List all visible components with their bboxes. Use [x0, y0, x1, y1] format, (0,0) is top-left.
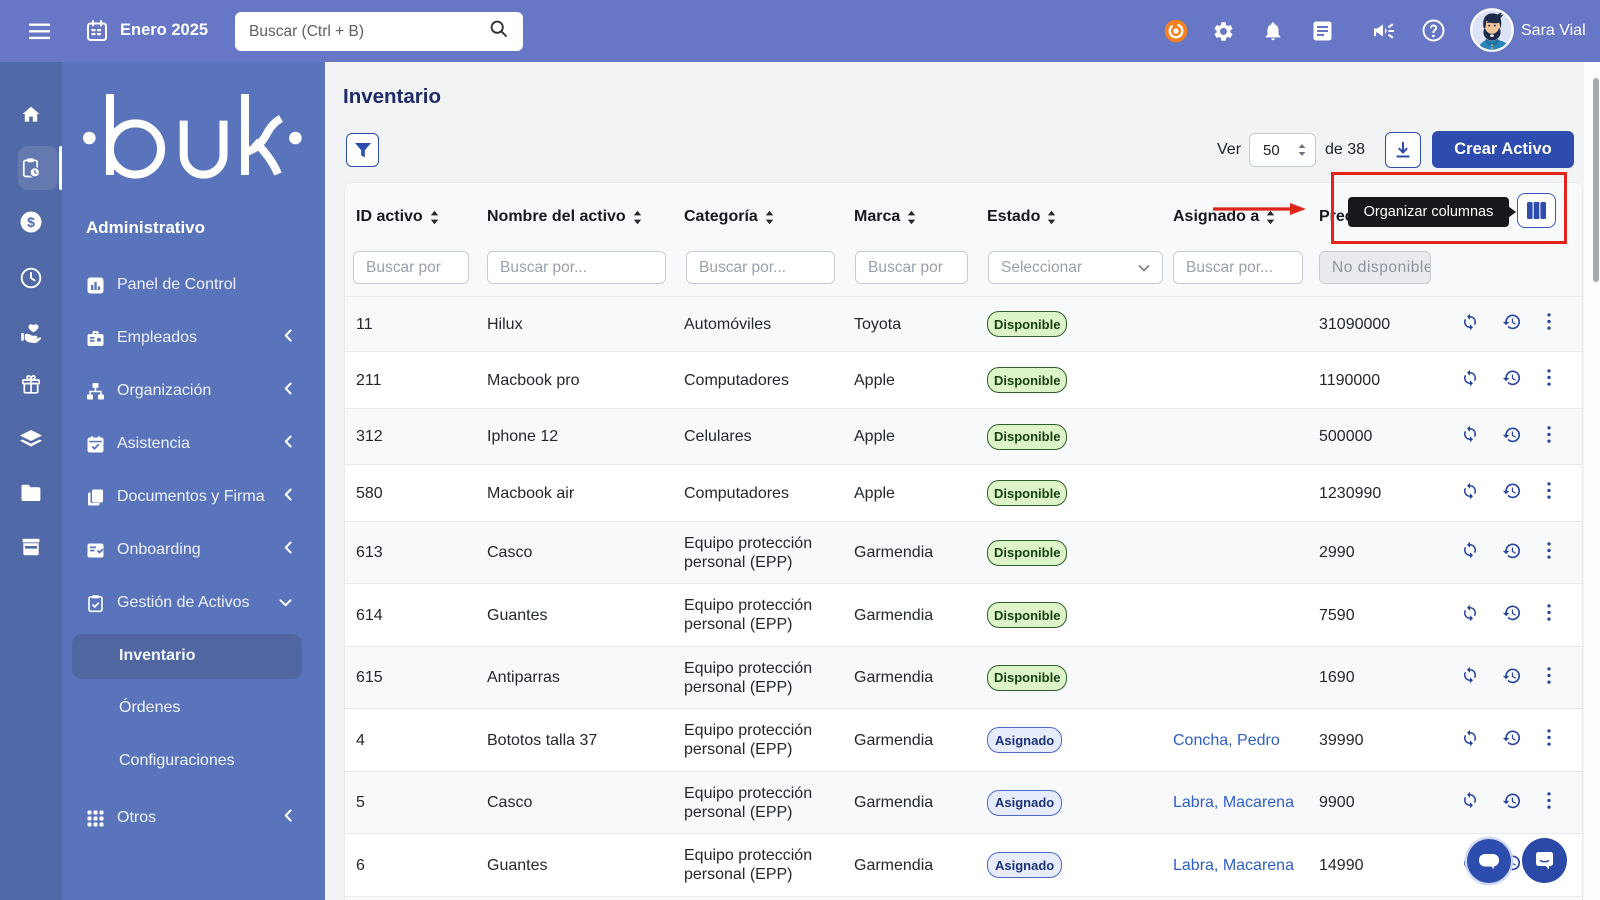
svg-text:$: $: [27, 214, 35, 230]
